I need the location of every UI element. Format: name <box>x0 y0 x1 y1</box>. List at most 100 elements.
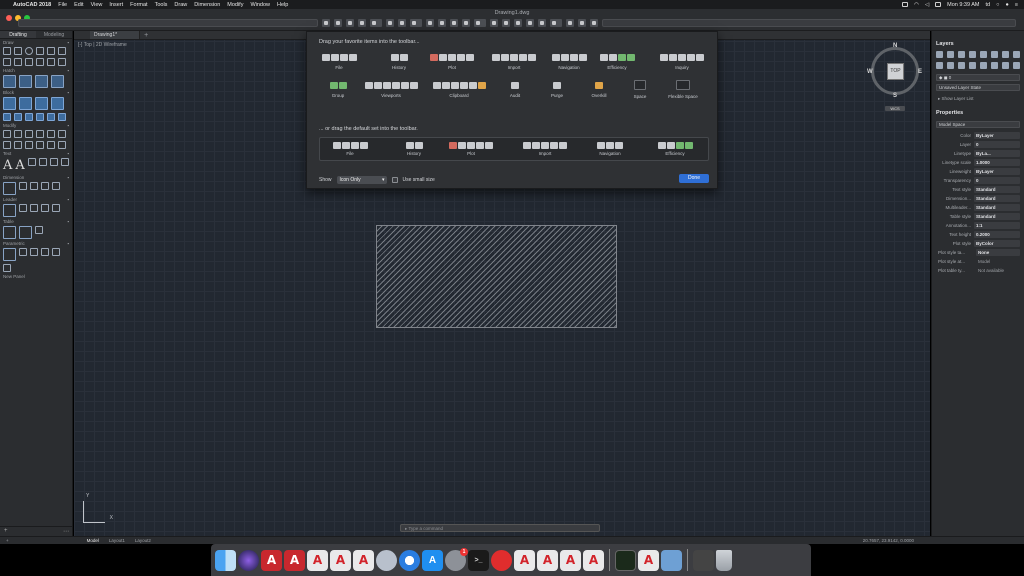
autocad-icon-5[interactable]: A <box>353 549 374 571</box>
prop-value[interactable]: Standard <box>974 204 1020 211</box>
quick-select-icon[interactable] <box>578 19 586 27</box>
group-viewports[interactable]: Viewports <box>359 82 423 98</box>
autocad-icon-9[interactable]: A <box>583 549 604 571</box>
prop-linetype-scale[interactable]: Linetype scale 1.0000 <box>932 158 1024 167</box>
point-icon[interactable] <box>14 58 22 66</box>
base-point-icon[interactable] <box>58 113 66 121</box>
toolbar-search-field[interactable] <box>602 19 1016 27</box>
layer-isolate-icon[interactable] <box>980 51 987 58</box>
layer-state-select[interactable]: Unsaved Layer State <box>936 84 1020 91</box>
prop-linetype[interactable]: Linetype ByLa... <box>932 149 1024 158</box>
menu-dimension[interactable]: Dimension <box>194 2 220 8</box>
array-icon[interactable] <box>25 141 33 149</box>
group-navigation[interactable]: Navigation <box>547 54 591 70</box>
palette-options-icon[interactable]: ⋯ <box>63 528 69 535</box>
default-toolbar-set[interactable]: File History Plot Import Navigation Effi… <box>319 137 709 161</box>
fillet-icon[interactable] <box>58 130 66 138</box>
aligned-dimension-icon[interactable] <box>30 182 38 190</box>
volume-icon[interactable]: ◁ <box>925 2 929 8</box>
use-small-size-checkbox[interactable] <box>391 176 398 183</box>
autocad-icon-6[interactable]: A <box>514 549 535 571</box>
new-layer-icon[interactable] <box>936 51 943 58</box>
align-leaders-icon[interactable] <box>41 204 49 212</box>
user-name[interactable]: td <box>986 2 991 8</box>
new-tab-icon[interactable]: + <box>144 32 148 39</box>
open-file-icon[interactable] <box>334 19 342 27</box>
menu-view[interactable]: View <box>91 2 103 8</box>
tab-drafting[interactable]: Drafting <box>0 31 36 38</box>
expand-icon[interactable]: ▪ <box>67 90 69 95</box>
menu-window[interactable]: Window <box>250 2 270 8</box>
add-panel-icon[interactable]: + <box>4 528 8 535</box>
layer-lock-icon[interactable] <box>958 51 965 58</box>
toolbar-blank-slot-3[interactable] <box>474 19 486 27</box>
create-block-icon[interactable] <box>19 97 32 110</box>
autocad-lt-icon[interactable]: A <box>261 549 282 571</box>
import-icon[interactable] <box>490 19 498 27</box>
synchronize-icon[interactable] <box>25 113 33 121</box>
prop-multileader-style[interactable]: Multileader... Standard <box>932 203 1024 212</box>
layer-freeze-icon[interactable] <box>947 51 954 58</box>
expand-icon[interactable]: ▪ <box>67 123 69 128</box>
launchpad-icon[interactable] <box>376 549 397 571</box>
photo-booth-icon[interactable] <box>693 549 714 571</box>
redo-icon[interactable] <box>398 19 406 27</box>
text-style-icon[interactable] <box>27 158 36 166</box>
text-scale-icon[interactable] <box>60 158 69 166</box>
prop-value[interactable]: Standard <box>974 195 1020 202</box>
zoom-icon[interactable] <box>514 19 522 27</box>
section-label[interactable]: Text <box>3 151 11 156</box>
section-label[interactable]: Modify <box>3 123 16 128</box>
expand-icon[interactable]: ▪ <box>67 175 69 180</box>
menu-help[interactable]: Help <box>277 2 288 8</box>
group-history[interactable]: History <box>385 54 413 70</box>
expand-icon[interactable]: ▪ <box>67 40 69 45</box>
terminal-icon[interactable]: >_ <box>468 549 489 571</box>
compass-north[interactable]: N <box>893 43 897 49</box>
prop-value[interactable]: 1:1 <box>974 222 1020 229</box>
prop-color[interactable]: Color ByLayer <box>932 131 1024 140</box>
linear-dimension-icon[interactable] <box>19 182 27 190</box>
show-layer-list-toggle[interactable]: ▸ Show Layer List <box>932 94 1024 104</box>
add-layout-icon[interactable]: + <box>6 538 9 543</box>
no-entry-icon[interactable] <box>491 549 512 571</box>
prop-value[interactable]: ByLa... <box>974 150 1020 157</box>
prop-layer[interactable]: Layer 0 <box>932 140 1024 149</box>
xline-icon[interactable] <box>25 58 33 66</box>
new-file-icon[interactable] <box>322 19 330 27</box>
prop-value[interactable]: 0 <box>974 177 1020 184</box>
group-efficiency[interactable]: Efficiency <box>595 54 639 70</box>
section-label[interactable]: Block <box>3 90 14 95</box>
angular-dimension-icon[interactable] <box>41 182 49 190</box>
group-group[interactable]: Group <box>325 82 351 98</box>
boundary-icon[interactable] <box>35 75 48 88</box>
compass-east[interactable]: E <box>918 69 922 75</box>
undo-icon[interactable] <box>386 19 394 27</box>
region-icon[interactable] <box>51 75 64 88</box>
section-label[interactable]: Hatch <box>3 68 15 73</box>
menu-draw[interactable]: Draw <box>174 2 187 8</box>
pan-icon[interactable] <box>526 19 534 27</box>
command-input[interactable]: Type a command <box>408 526 443 531</box>
airplay-icon[interactable] <box>902 2 909 7</box>
mirror-icon[interactable] <box>47 130 55 138</box>
group-flexible-space[interactable]: Flexible Space <box>663 80 703 99</box>
menu-tools[interactable]: Tools <box>155 2 168 8</box>
menu-file[interactable]: File <box>58 2 67 8</box>
layer-previous-icon[interactable] <box>1002 51 1009 58</box>
notification-center-icon[interactable]: ≡ <box>1015 2 1018 8</box>
prop-value[interactable]: Standard <box>974 186 1020 193</box>
insert-block-icon[interactable] <box>3 97 16 110</box>
radius-dimension-icon[interactable] <box>52 182 60 190</box>
clock[interactable]: Mon 9:39 AM <box>947 2 979 8</box>
group-import[interactable]: Import <box>487 54 541 70</box>
layer-delete-icon[interactable] <box>947 62 954 69</box>
battery-icon[interactable] <box>935 2 942 7</box>
erase-icon[interactable] <box>36 141 44 149</box>
section-label[interactable]: Parametric <box>3 241 25 246</box>
spell-check-icon[interactable] <box>49 158 58 166</box>
layer-settings-icon[interactable] <box>969 62 976 69</box>
group-purge[interactable]: Purge <box>547 82 567 98</box>
geometric-constraint-icon[interactable] <box>3 248 16 261</box>
spline-icon[interactable] <box>3 58 11 66</box>
